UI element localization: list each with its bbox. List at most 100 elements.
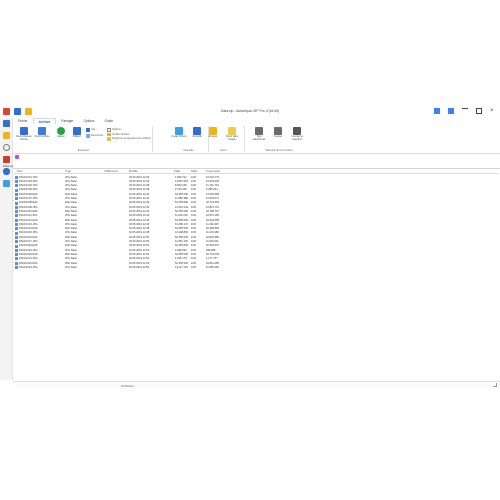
file-type: JPG Datei	[65, 205, 77, 209]
group-selection: Tout sélectionner Inverser Inverser la s…	[249, 126, 309, 152]
column-header-modified[interactable]: Modifié	[129, 170, 138, 173]
info-button[interactable]: Info...	[86, 128, 97, 132]
file-compressed: 47.093.668	[206, 192, 219, 196]
share-button[interactable]: Envoyer	[205, 127, 221, 139]
cloud-button[interactable]: Ouvrir dans Google	[224, 127, 240, 142]
file-icon	[15, 266, 18, 270]
file-type: RAF Datei	[65, 235, 77, 239]
add-button[interactable]: Ajouter	[53, 127, 69, 139]
file-compressed: 10.003.030	[206, 179, 219, 183]
file-compressed: 11.131.715	[206, 184, 219, 188]
info-icon	[86, 128, 90, 132]
maximize-icon[interactable]	[476, 108, 482, 114]
file-size: 12.448.860	[175, 231, 188, 235]
file-modified: 02.05.2019 12:52	[129, 248, 150, 252]
settings-icon[interactable]	[448, 108, 454, 114]
minimize-icon[interactable]	[462, 108, 468, 114]
select-all-button[interactable]: Tout sélectionner	[251, 127, 267, 142]
file-modified: 02.05.2019 12:44	[129, 209, 150, 213]
file-compressed: 46.788.767	[206, 209, 219, 213]
settings-icon[interactable]	[3, 144, 10, 151]
file-type: JPG Datei	[65, 175, 77, 179]
path-bar	[13, 154, 500, 160]
column-header-type[interactable]: Type	[65, 170, 71, 173]
file-modified: 02.05.2019 12:50	[129, 240, 150, 243]
help-icon[interactable]	[434, 108, 440, 114]
file-type: RAF Datei	[65, 252, 77, 256]
file-name: DSCF1006.RAF	[19, 192, 38, 196]
up-folder-icon[interactable]	[15, 155, 19, 159]
column-header-size[interactable]: Taille	[174, 170, 180, 173]
file-compressed: 46.861.085	[206, 261, 219, 265]
file-type: RAF Datei	[65, 192, 77, 196]
file-ratio: 10%	[191, 205, 197, 209]
invert-icon	[274, 127, 282, 135]
file-name: DSCF1012.RAF	[19, 218, 38, 222]
file-name: DSCF1020.RAF	[19, 252, 38, 256]
file-type: RAF Datei	[65, 261, 77, 265]
delete-icon	[73, 127, 81, 135]
column-header-compressed[interactable]: Compressé	[206, 170, 220, 173]
table-row[interactable]: DSCF1023.JPG JPG Datei 02.05.2019 12:56 13.…	[14, 265, 498, 270]
file-ratio: 10%	[191, 227, 197, 231]
delete-button[interactable]: Effacer	[69, 127, 85, 139]
file-modified: 02.05.2019 12:42	[129, 205, 150, 209]
group-selection-title: Sélectionner les fichiers	[265, 149, 293, 152]
file-type: RAF Datei	[65, 209, 77, 213]
file-type: JPG Datei	[65, 231, 77, 235]
column-header-encryption[interactable]: Chiffrement	[104, 170, 118, 173]
invert-selection-icon	[293, 127, 301, 135]
backup-icon[interactable]	[3, 156, 10, 163]
select-all-icon	[255, 127, 263, 135]
file-size: 11.880.388	[175, 197, 188, 200]
group-extraction-title: Extraction	[77, 149, 90, 152]
file-size: 52.355.536	[175, 209, 188, 213]
file-modified: 02.05.2019 12:38	[129, 188, 150, 192]
file-type: RAF Datei	[65, 201, 77, 205]
file-list: Nom Type Chiffrement Modifié Taille Rati…	[14, 169, 498, 381]
file-compressed: 46.304.697	[206, 244, 219, 248]
file-name: DSCF1010.RAF	[19, 209, 38, 213]
close-icon[interactable]: ×	[490, 108, 496, 114]
breadcrumb[interactable]: Data.zip	[3, 164, 13, 168]
invert-selection-button[interactable]: Inverser la sélection	[289, 127, 305, 142]
copy-icon	[175, 127, 183, 135]
file-name: DSCF1014.RAF	[19, 227, 38, 231]
column-header-name[interactable]: Nom	[17, 170, 23, 173]
mail-icon[interactable]	[3, 180, 10, 187]
archive-icon[interactable]	[3, 132, 10, 139]
home-icon[interactable]	[3, 120, 10, 127]
resize-grip-icon[interactable]	[493, 383, 497, 387]
file-ratio: 10%	[191, 214, 197, 218]
file-size: 52.355.536	[175, 192, 188, 196]
file-size: 4.399.032	[175, 248, 187, 252]
remove-signature-button[interactable]: Supprimer la signature du certificat	[107, 137, 151, 141]
invert-button[interactable]: Inverser	[270, 127, 286, 139]
file-size: 1.336.178	[175, 257, 187, 261]
file-modified: 02.05.2019 12:50	[129, 235, 150, 239]
extract-archive-button[interactable]: Décompresser archive	[16, 127, 32, 142]
file-ratio: 10%	[191, 192, 197, 196]
rename-button[interactable]: Renommer...	[86, 134, 105, 138]
options-button[interactable]: Options...	[107, 128, 123, 132]
file-modified: 02.05.2019 12:44	[129, 214, 150, 218]
options-icon	[107, 128, 111, 132]
verify-button[interactable]: Vérifier l'archive	[107, 132, 130, 136]
open-archive-button[interactable]: Ouvrir archive	[34, 127, 50, 139]
file-type: JPG Datei	[65, 222, 77, 226]
file-compressed: 11.646.511	[206, 240, 219, 243]
file-ratio: 10%	[191, 184, 197, 188]
file-size: 52.355.536	[175, 218, 188, 222]
column-header-ratio[interactable]: Ratio	[191, 170, 197, 173]
file-compressed: 46.465.665	[206, 227, 219, 231]
file-compressed: 1.177.757	[206, 257, 218, 261]
window-title: Data.zip - Ashampoo ZIP Pro 4 (64 bit)	[220, 109, 280, 113]
convert-icon	[193, 127, 201, 135]
file-name: DSCF1015.JPG	[19, 231, 38, 235]
cloud-icon[interactable]	[3, 168, 10, 175]
file-name: DSCF1003.JPG	[19, 179, 38, 183]
file-size: 1.993.722	[175, 175, 187, 179]
cloud-folder-icon	[228, 127, 236, 135]
file-name: DSCF1013.JPG	[19, 222, 38, 226]
copy-windows-button[interactable]: Copier fichiers	[171, 127, 187, 139]
